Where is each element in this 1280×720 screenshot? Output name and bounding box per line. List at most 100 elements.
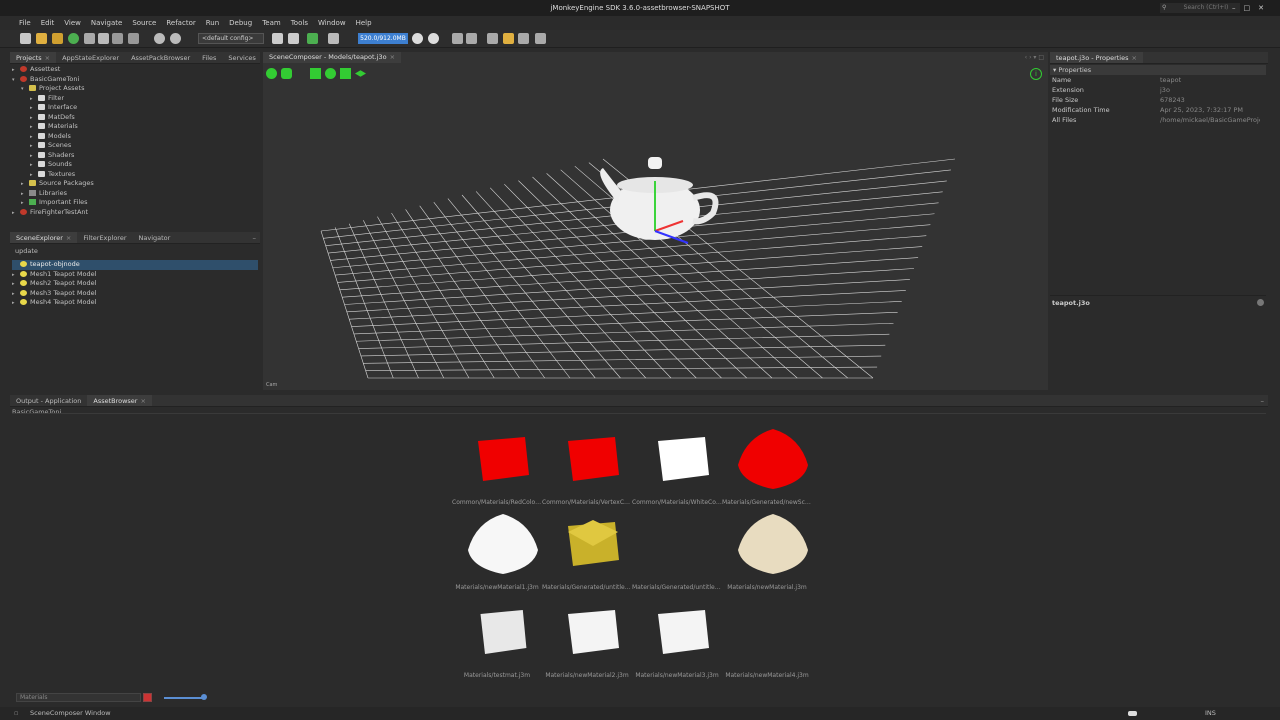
properties-section[interactable]: ▾ Properties — [1050, 65, 1266, 75]
menu-tools[interactable]: Tools — [286, 16, 313, 30]
asset-item[interactable]: Common/Materials/RedColor.j3m — [452, 425, 548, 510]
tree-item[interactable]: ▸ Source Packages — [21, 179, 94, 189]
check-icon[interactable] — [325, 68, 336, 79]
undo-icon[interactable] — [154, 33, 165, 44]
close-icon[interactable]: × — [140, 397, 145, 405]
tab-appstateexplorer[interactable]: AppStateExplorer — [56, 52, 125, 63]
tree-item[interactable]: ▸ Sounds — [30, 160, 72, 170]
tab-assetbrowser[interactable]: AssetBrowser × — [87, 395, 152, 406]
minimize-icon[interactable]: – — [1232, 4, 1244, 12]
close-icon[interactable]: × — [1132, 54, 1137, 62]
tab-sceneexplorer[interactable]: SceneExplorer × — [10, 232, 78, 243]
zoom-slider[interactable] — [164, 697, 204, 699]
asset-item[interactable]: Materials/Generated/untitled.j3m — [542, 510, 638, 595]
tab-files[interactable]: Files — [196, 52, 222, 63]
filter-input[interactable]: Materials — [16, 693, 141, 702]
run-icon[interactable] — [68, 33, 79, 44]
tab-projects[interactable]: Projects × — [10, 52, 57, 63]
tab-navigator[interactable]: Navigator — [133, 232, 177, 243]
expand-icon[interactable]: ▾ — [21, 85, 29, 95]
property-row[interactable]: File Size 678243 — [1050, 95, 1266, 105]
update-button[interactable]: update — [15, 247, 38, 255]
clean-build-icon[interactable] — [288, 33, 299, 44]
asset-item[interactable]: Materials/newMaterial.j3m — [727, 510, 818, 595]
asset-item[interactable]: Materials/newMaterial4.j3m — [725, 598, 818, 683]
move-icon[interactable] — [340, 68, 351, 79]
scene-node[interactable]: ▸ Mesh4 Teapot Model — [12, 298, 258, 308]
tree-item[interactable]: ▸ Materials — [30, 122, 78, 132]
menu-navigate[interactable]: Navigate — [86, 16, 127, 30]
tab-filterexplorer[interactable]: FilterExplorer — [77, 232, 132, 243]
play-icon[interactable] — [307, 33, 318, 44]
new-project-icon[interactable] — [36, 33, 47, 44]
visibility-icon[interactable] — [281, 68, 292, 79]
build-icon[interactable] — [98, 33, 109, 44]
tab-scene-composer[interactable]: SceneComposer - Models/teapot.j3o × — [263, 52, 402, 63]
zoom-slider-handle[interactable] — [201, 694, 207, 700]
tree-item[interactable]: ▸ Assettest — [12, 65, 60, 75]
tab-output-application[interactable]: Output - Application — [10, 395, 87, 406]
plane-icon[interactable] — [355, 70, 366, 77]
config-select[interactable]: <default config> — [198, 33, 264, 44]
clear-filter-icon[interactable] — [143, 693, 152, 702]
asset-item[interactable]: Common/Materials/WhiteColor.j3m — [632, 425, 728, 510]
property-row[interactable]: All Files/home/mickael/BasicGameProject.… — [1050, 115, 1266, 125]
menu-source[interactable]: Source — [127, 16, 161, 30]
expand-icon[interactable]: ▾ — [12, 76, 20, 86]
close-icon[interactable]: ✕ — [1258, 4, 1272, 12]
light-icon[interactable] — [266, 68, 277, 79]
close-icon[interactable]: × — [45, 54, 50, 62]
menu-edit[interactable]: Edit — [36, 16, 60, 30]
asset-item[interactable]: Materials/Generated/untitled2.j3m — [632, 510, 728, 595]
asset-item[interactable]: Common/Materials/VertexColor.j3m — [542, 425, 638, 510]
redo-icon[interactable] — [170, 33, 181, 44]
profile-icon[interactable] — [428, 33, 439, 44]
terrain-icon[interactable] — [518, 33, 529, 44]
close-icon[interactable]: × — [390, 53, 395, 61]
memory-indicator[interactable]: 520.0/912.0MB — [358, 33, 408, 44]
tree-item[interactable]: ▸ Filter — [30, 94, 64, 104]
tab-properties[interactable]: teapot.j3o - Properties × — [1050, 52, 1143, 63]
menu-team[interactable]: Team — [257, 16, 286, 30]
minimize-panel-icon[interactable]: – — [1261, 395, 1265, 407]
asset-item[interactable]: Materials/newMaterial1.j3m — [455, 510, 548, 595]
minimize-panel-icon[interactable]: – — [253, 232, 257, 244]
remove-icon[interactable] — [466, 33, 477, 44]
help-icon[interactable] — [1257, 299, 1264, 306]
tree-item[interactable]: ▸ Libraries — [21, 189, 67, 199]
scene-node[interactable]: ▸ Mesh2 Teapot Model — [12, 279, 258, 289]
save-icon[interactable] — [112, 33, 123, 44]
expand-icon[interactable]: ▸ — [12, 299, 20, 309]
tree-item[interactable]: ▾ BasicGameToni — [12, 75, 79, 85]
expand-icon[interactable]: ▸ — [12, 209, 20, 219]
scene-viewport[interactable]: i Cam — [263, 63, 1048, 390]
notification-icon[interactable] — [1128, 711, 1137, 716]
scene-render[interactable] — [263, 63, 1048, 390]
debug-icon[interactable] — [328, 33, 339, 44]
scene-node[interactable]: ▸ Mesh3 Teapot Model — [12, 289, 258, 299]
wand-icon[interactable] — [503, 33, 514, 44]
gc-icon[interactable] — [412, 33, 423, 44]
tree-item[interactable]: ▸ Models — [30, 132, 71, 142]
save-all-icon[interactable] — [128, 33, 139, 44]
robot-icon[interactable] — [535, 33, 546, 44]
close-icon[interactable]: × — [66, 234, 71, 242]
tree-item[interactable]: ▸ MatDefs — [30, 113, 75, 123]
tree-item[interactable]: ▸ Important Files — [21, 198, 88, 208]
hammer-icon[interactable] — [272, 33, 283, 44]
clean-icon[interactable] — [84, 33, 95, 44]
tree-item[interactable]: ▸ Interface — [30, 103, 77, 113]
search-input[interactable]: ⚲ Search (Ctrl+I) — [1160, 3, 1240, 13]
maximize-icon[interactable]: □ — [1244, 4, 1259, 12]
asset-item[interactable]: Materials/Generated/newScene.j3m — [722, 425, 818, 510]
property-row[interactable]: Name teapot — [1050, 75, 1266, 85]
scene-node[interactable]: teapot-objnode — [12, 260, 258, 270]
menu-window[interactable]: Window — [313, 16, 351, 30]
asset-item[interactable]: Materials/testmat.j3m — [458, 598, 548, 683]
menu-refactor[interactable]: Refactor — [161, 16, 200, 30]
tab-nav-icon[interactable]: ‹ › ▾ □ — [1025, 52, 1044, 63]
tab-assetpackbrowser[interactable]: AssetPackBrowser — [125, 52, 196, 63]
frame-icon[interactable] — [487, 33, 498, 44]
tree-item[interactable]: ▸ FireFighterTestAnt — [12, 208, 88, 218]
scene-node[interactable]: ▸ Mesh1 Teapot Model — [12, 270, 258, 280]
